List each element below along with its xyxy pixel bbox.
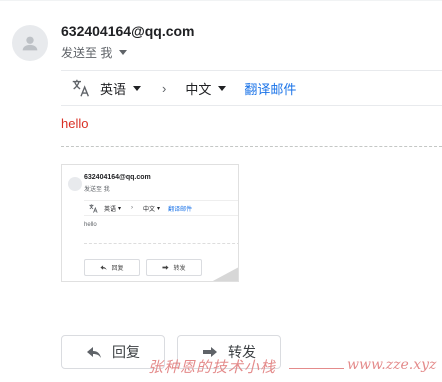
chevron-down-icon: [133, 85, 142, 91]
translate-bar: 英语 › 中文 翻译邮件: [61, 70, 442, 106]
chevron-down-icon: ▾: [157, 205, 161, 212]
target-language-select[interactable]: 中文: [185, 79, 227, 98]
watermark-separator: [289, 368, 344, 369]
thumbnail-divider: [84, 243, 238, 244]
thumbnail-avatar: [68, 177, 82, 191]
source-language-label: 英语: [100, 81, 127, 97]
top-divider: [0, 0, 442, 1]
thumbnail-reply-button: 回复: [84, 259, 140, 276]
thumbnail-source-language: 英语: [104, 206, 117, 213]
thumbnail-sender-email: 632404164@qq.com: [84, 174, 151, 181]
reply-label: 回复: [112, 344, 140, 360]
source-language-select[interactable]: 英语: [100, 79, 142, 98]
page-curl-icon: [202, 262, 238, 281]
forward-icon: [162, 265, 170, 270]
thumbnail-forward-label: 转发: [173, 266, 186, 272]
sender-avatar[interactable]: [12, 25, 48, 61]
thumbnail-forward-button: 转发: [146, 259, 202, 276]
chevron-right-icon: ›: [162, 80, 167, 96]
chevron-down-icon: [218, 85, 227, 91]
translate-message-link[interactable]: 翻译邮件: [244, 79, 296, 98]
reply-icon: [87, 347, 101, 358]
sender-email: 632404164@qq.com: [61, 23, 195, 39]
thumbnail-message-body: hello: [84, 222, 97, 228]
attached-screenshot-preview[interactable]: 632404164@qq.com 发送至 我 英语 ▾ › 中文 ▾ 翻译邮件 …: [61, 164, 239, 282]
sent-to-label: 发送至 我: [61, 46, 113, 60]
recipient-details-toggle[interactable]: 发送至 我: [61, 44, 128, 61]
show-trimmed-content-divider[interactable]: [61, 146, 442, 147]
thumbnail-target-language: 中文: [143, 206, 156, 213]
reply-icon: [100, 265, 108, 271]
thumbnail-reply-label: 回复: [111, 266, 124, 272]
thumbnail-sent-to-label: 发送至 我: [84, 187, 110, 193]
chevron-down-icon: ▾: [118, 205, 122, 212]
translate-icon: [89, 203, 98, 213]
thumbnail-translate-link: 翻译邮件: [168, 206, 193, 213]
person-icon: [22, 36, 38, 51]
chevron-down-icon: [119, 50, 128, 55]
translate-icon: [72, 79, 89, 97]
watermark-author: 张种恩的技术小栈: [148, 358, 277, 376]
message-body: hello: [61, 116, 89, 131]
watermark-site: www.zze.xyz: [347, 357, 437, 373]
chevron-right-icon: ›: [131, 205, 134, 211]
thumbnail-translate-bar: 英语 ▾ › 中文 ▾ 翻译邮件: [84, 200, 238, 216]
target-language-label: 中文: [185, 81, 212, 97]
